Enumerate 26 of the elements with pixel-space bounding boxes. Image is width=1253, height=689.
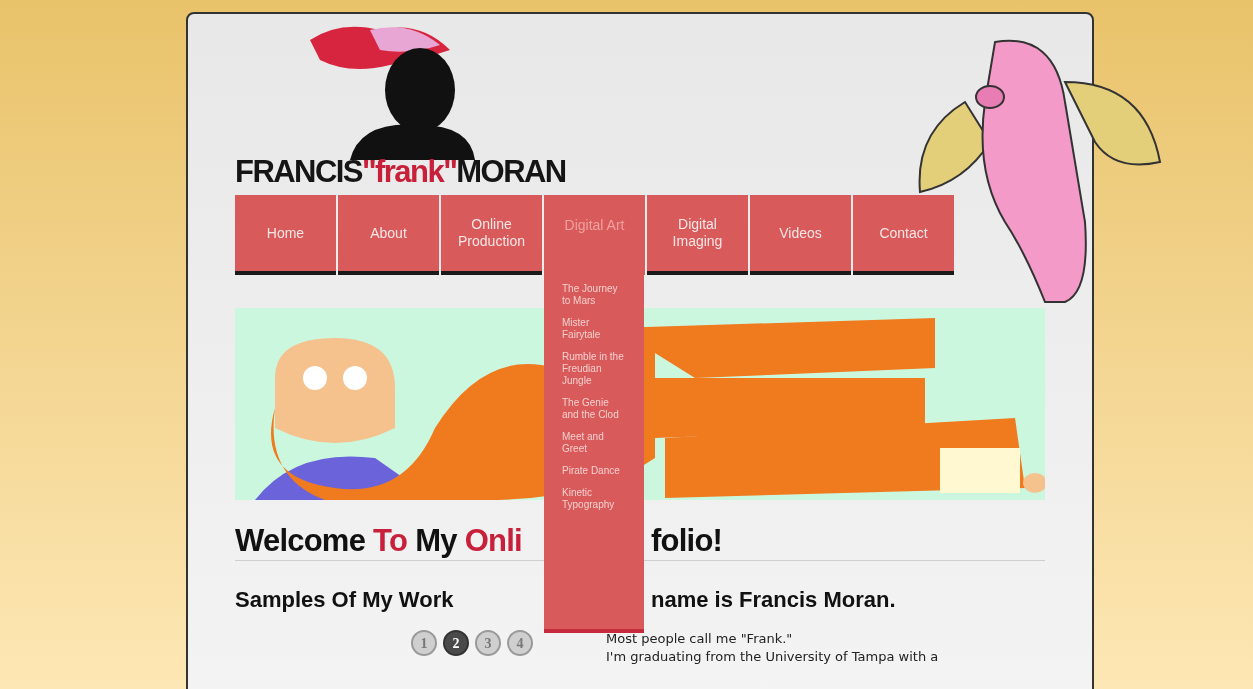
dropdown-item[interactable]: Rumble in the Freudian Jungle [562,351,624,387]
nav-tab[interactable]: Digital Art [544,195,645,275]
heading-word: To [373,525,408,556]
body-text: I'm graduating from the University of Tampa with a [606,648,939,666]
nav-tab[interactable]: Home [235,195,336,275]
heading-word: My [415,525,457,556]
heading-word: Onli [464,525,522,556]
nav-tab[interactable]: Online Production [441,195,542,275]
logo-text: MORAN [456,156,566,187]
dropdown-item[interactable]: Pirate Dance [562,465,624,477]
logo-nickname: "frank" [361,156,457,187]
dropdown-item[interactable]: The Journey to Mars [562,283,624,307]
heading-word: folio! [651,525,723,556]
heading-word: Welcome [235,525,366,556]
dropdown-item[interactable]: Kinetic Typography [562,487,624,511]
section-title: name is Francis Moran. [651,586,897,614]
logo-text: FRANCIS [235,156,362,187]
nav-tab[interactable]: Videos [750,195,851,275]
dropdown-item[interactable]: The Genie and the Clod [562,397,624,421]
nav-tab[interactable]: Contact [853,195,954,275]
section-title: Samples Of My Work [235,586,455,614]
dropdown-item[interactable]: Meet and Greet [562,431,624,455]
dropdown-item[interactable]: Mister Fairytale [562,317,624,341]
nav-tab[interactable]: About [338,195,439,275]
nav-tab[interactable]: Digital Imaging [647,195,748,275]
body-text: Most people call me "Frank." [606,630,794,648]
